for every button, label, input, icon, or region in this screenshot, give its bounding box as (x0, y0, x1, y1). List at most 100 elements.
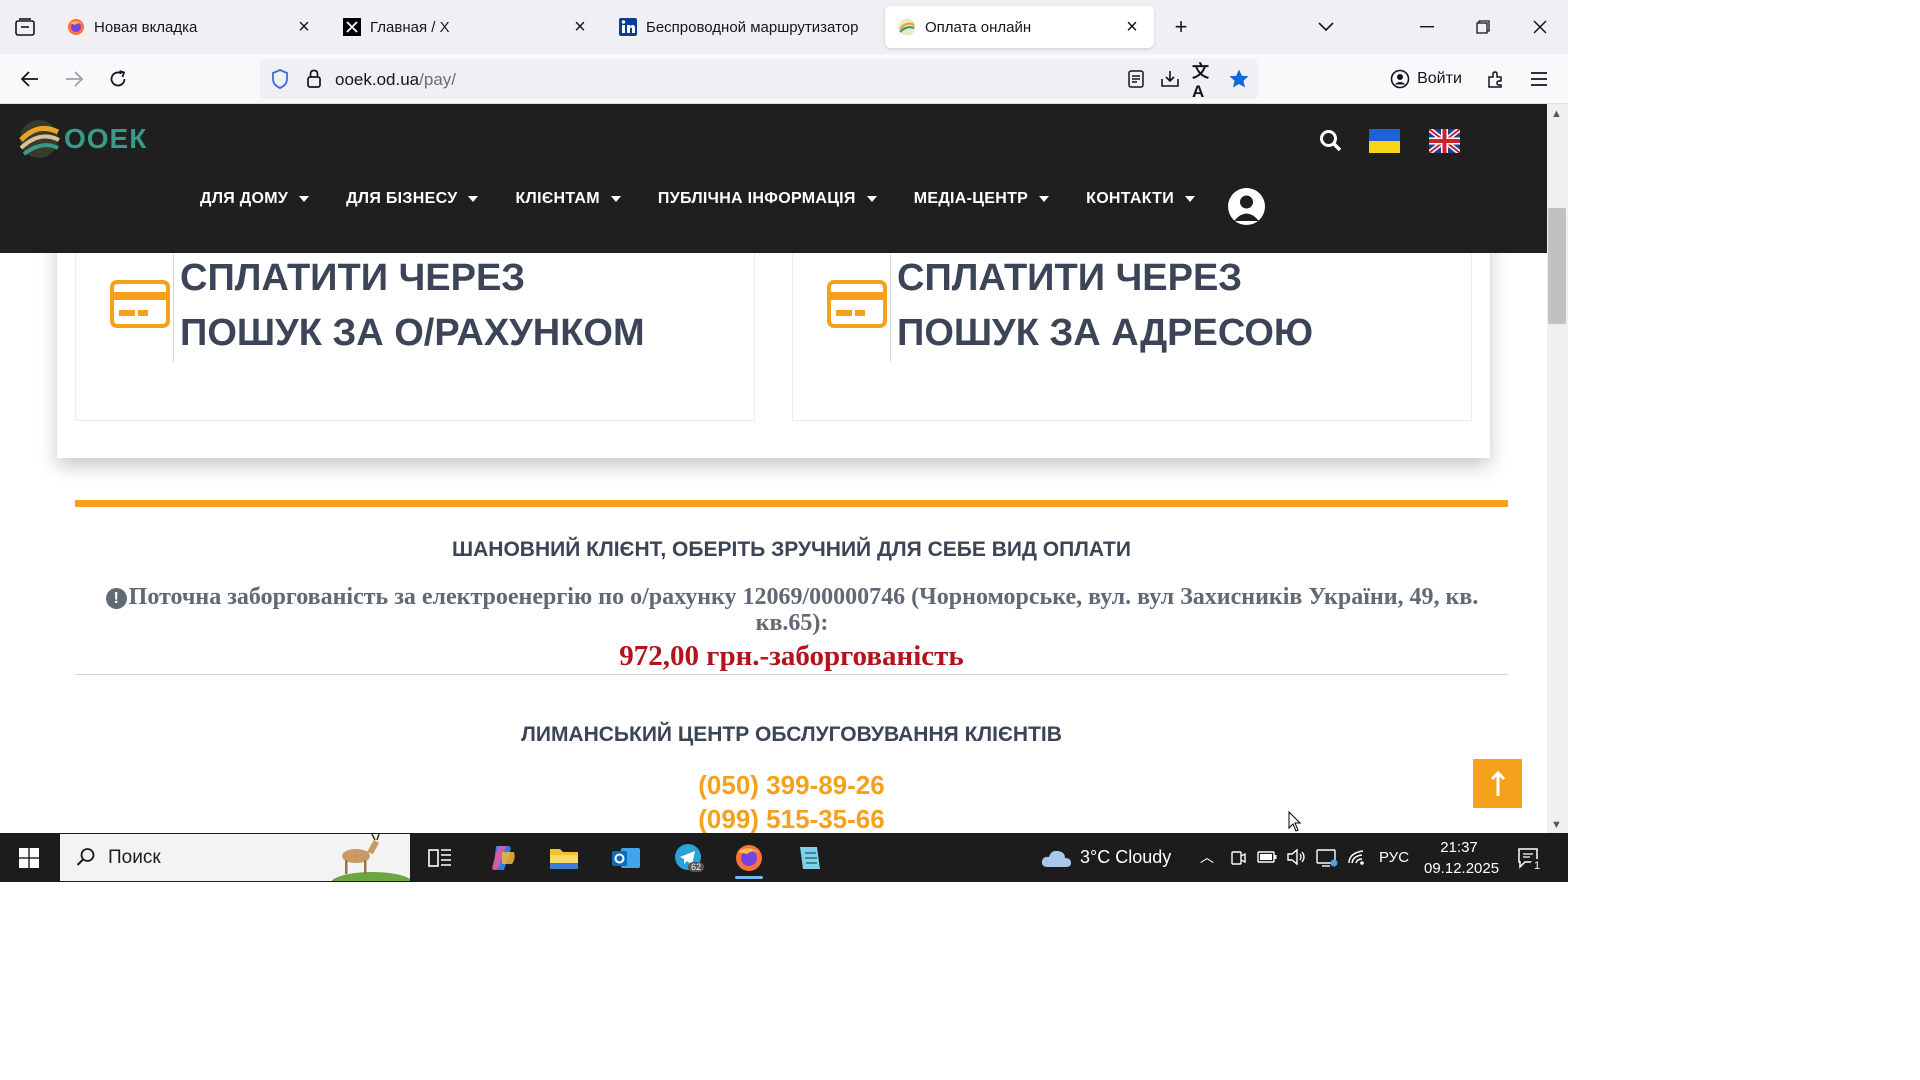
caret-down-icon (1185, 196, 1196, 202)
scroll-up-arrow-icon[interactable]: ▲ (1551, 108, 1562, 120)
windows-start-icon[interactable] (19, 848, 39, 868)
pay-option-label[interactable]: СПЛАТИТИ ЧЕРЕЗ ПОШУК ЗА О/РАХУНКОМ (180, 251, 645, 361)
file-explorer-icon[interactable] (542, 837, 586, 879)
search-highlight-deer-icon (332, 834, 410, 881)
menu-item-clients[interactable]: КЛІЄНТАМ (515, 190, 621, 208)
page-scrollbar[interactable]: ▲ ▼ (1547, 104, 1568, 833)
battery-icon[interactable] (1257, 851, 1277, 863)
browser-tab[interactable]: Новая вкладка × (54, 6, 326, 48)
tab-close-icon[interactable]: × (1122, 17, 1142, 37)
ooek-favicon-icon (897, 17, 917, 37)
url-path: /pay/ (419, 70, 456, 89)
pay-option-label[interactable]: СПЛАТИТИ ЧЕРЕЗ ПОШУК ЗА АДРЕСОЮ (897, 251, 1313, 361)
extensions-icon[interactable] (1480, 64, 1512, 94)
debt-notice: ! Поточна заборгованість за електроенергі… (82, 584, 1502, 636)
site-header: ООЕК ДЛЯ ДОМУ ДЛЯ БІЗНЕСУ КЛІЄНТАМ ПУБЛІ… (0, 104, 1547, 253)
hamburger-menu-icon[interactable] (1523, 64, 1555, 94)
wifi-icon[interactable] (1347, 848, 1367, 866)
url-host: ooek.od.ua (335, 70, 420, 89)
taskbar-search-box[interactable]: Поиск (60, 834, 410, 881)
caret-down-icon (1039, 196, 1050, 202)
tab-title: Беспроводной маршрутизатор (646, 18, 859, 36)
scroll-down-arrow-icon[interactable]: ▼ (1551, 819, 1562, 831)
close-window-icon[interactable] (1528, 16, 1552, 38)
restore-icon[interactable] (1471, 16, 1495, 38)
browser-tab[interactable]: Главная / X × (330, 6, 602, 48)
credit-card-icon (827, 280, 887, 328)
cloudy-weather-icon[interactable] (1040, 847, 1072, 869)
menu-item-business[interactable]: ДЛЯ БІЗНЕСУ (346, 190, 479, 208)
caret-down-icon (866, 196, 877, 202)
scrollbar-thumb[interactable] (1548, 208, 1566, 324)
firefox-icon (66, 17, 86, 37)
weather-text[interactable]: 3°C Cloudy (1080, 847, 1171, 868)
address-bar[interactable]: ooek.od.ua/pay/ 文A (260, 59, 1258, 101)
clock-time: 21:37 (1440, 839, 1478, 856)
telegram-icon[interactable]: 62 (666, 837, 710, 879)
main-menu: ДЛЯ ДОМУ ДЛЯ БІЗНЕСУ КЛІЄНТАМ ПУБЛІЧНА І… (200, 190, 1232, 208)
language-indicator[interactable]: РУС (1379, 849, 1409, 866)
url-text: ooek.od.ua/pay/ (335, 70, 456, 90)
browser-tab[interactable]: Беспроводной маршрутизатор (606, 6, 878, 48)
save-page-icon[interactable] (1158, 67, 1182, 91)
notepad-icon[interactable] (788, 837, 832, 879)
tab-title: Оплата онлайн (925, 18, 1032, 36)
taskbar-clock[interactable]: 21:37 09.12.2025 (1424, 837, 1499, 879)
menu-item-media-center[interactable]: МЕДІА-ЦЕНТР (914, 190, 1050, 208)
menu-item-label: ДЛЯ ДОМУ (200, 190, 289, 207)
mouse-cursor-icon (1288, 811, 1302, 832)
site-logo[interactable]: ООЕК (18, 118, 147, 160)
copilot-icon[interactable] (481, 837, 525, 879)
tab-close-icon[interactable]: × (570, 17, 590, 37)
search-icon (76, 848, 95, 866)
translate-icon[interactable]: 文A (1192, 62, 1216, 101)
user-account-icon[interactable] (1228, 188, 1265, 225)
ukrainian-flag-icon[interactable] (1369, 129, 1400, 153)
caret-down-icon (610, 196, 621, 202)
account-icon (1390, 69, 1410, 89)
outlook-icon[interactable] (604, 837, 648, 879)
search-icon[interactable] (1318, 128, 1344, 154)
payment-prompt-heading: ШАНОВНИЙ КЛІЄНТ, ОБЕРІТЬ ЗРУЧНИЙ ДЛЯ СЕБ… (452, 538, 1131, 561)
login-label: Войти (1417, 70, 1462, 87)
minimize-icon[interactable] (1415, 16, 1439, 38)
meet-now-icon[interactable] (1230, 849, 1246, 867)
browser-toolbar: ooek.od.ua/pay/ 文A Войти (0, 54, 1568, 104)
credit-card-icon (110, 280, 170, 328)
menu-item-home[interactable]: ДЛЯ ДОМУ (200, 190, 310, 208)
menu-item-public-info[interactable]: ПУБЛІЧНА ІНФОРМАЦІЯ (658, 190, 877, 208)
debt-amount: 972,00 грн.-заборгованість (619, 640, 964, 672)
tab-overview-icon[interactable] (10, 14, 40, 40)
new-tab-icon[interactable]: + (1168, 14, 1194, 40)
volume-icon[interactable] (1286, 848, 1306, 866)
phone-link[interactable]: (050) 399-89-26 (75, 770, 1508, 801)
menu-item-contacts[interactable]: КОНТАКТИ (1086, 190, 1196, 208)
device-status-icon[interactable] (1316, 848, 1338, 868)
divider (75, 674, 1508, 675)
pay-option-line: СПЛАТИТИ ЧЕРЕЗ (897, 257, 1243, 299)
reload-icon[interactable] (102, 64, 134, 94)
forward-icon[interactable] (58, 64, 90, 94)
caret-down-icon (468, 196, 479, 202)
scroll-to-top-button[interactable] (1473, 759, 1522, 808)
task-view-icon[interactable] (418, 837, 462, 879)
x-logo-icon (342, 17, 362, 37)
notification-count-badge: 1 (1530, 859, 1544, 873)
browser-tab-bar: Новая вкладка × Главная / X × Беспроводн… (0, 0, 1568, 54)
uk-flag-icon[interactable] (1429, 129, 1460, 153)
padlock-icon[interactable] (302, 67, 326, 91)
menu-item-label: ПУБЛІЧНА ІНФОРМАЦІЯ (657, 190, 856, 207)
reader-view-icon[interactable] (1124, 67, 1148, 91)
tab-close-icon[interactable]: × (294, 17, 314, 37)
debt-text: Поточна заборгованість за електроенергію… (128, 584, 1479, 636)
account-login-button[interactable]: Войти (1382, 59, 1470, 99)
browser-tab-active[interactable]: Оплата онлайн × (885, 6, 1154, 48)
list-all-tabs-icon[interactable] (1314, 16, 1338, 38)
pay-option-line: ПОШУК ЗА АДРЕСОЮ (897, 312, 1314, 354)
menu-item-label: КОНТАКТИ (1086, 190, 1175, 207)
back-icon[interactable] (14, 64, 46, 94)
bookmark-star-icon[interactable] (1227, 67, 1251, 91)
tracking-protection-shield-icon[interactable] (268, 67, 292, 91)
firefox-taskbar-icon[interactable] (727, 837, 771, 879)
show-hidden-icons-chevron-icon[interactable]: ︿ (1200, 847, 1214, 867)
